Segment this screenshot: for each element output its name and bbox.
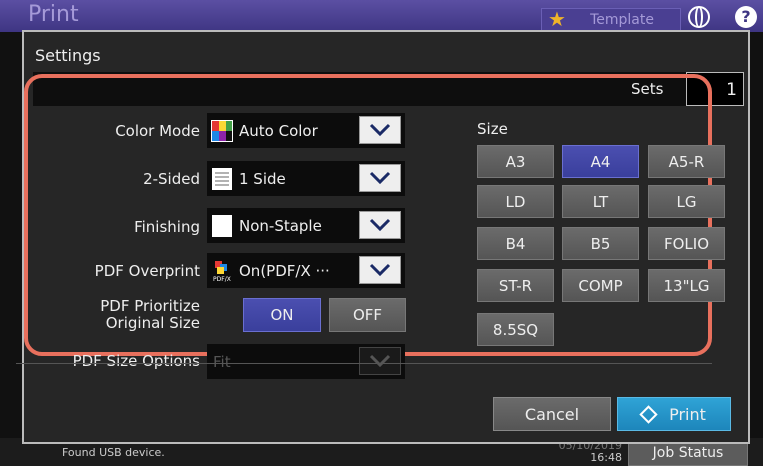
size-button-label: COMP [578,276,623,295]
size-button-label: LT [592,192,609,211]
document-icon [211,167,233,190]
finishing-label: Finishing [134,218,200,236]
size-button-label: 13"LG [663,276,710,295]
chevron-down-icon [359,347,401,375]
pdfx-icon: PDF/X [211,260,233,283]
size-button-8-5sq[interactable]: 8.5SQ [477,313,554,346]
size-button-label: ST-R [498,276,533,295]
size-button-13-lg[interactable]: 13"LG [648,269,725,302]
color-mode-value: Auto Color [239,121,318,140]
dialog-title: Settings [35,46,101,65]
size-button-label: 8.5SQ [492,320,539,339]
pdf-size-options-value: Fit [213,352,231,371]
pdf-overprint-dropdown[interactable]: PDF/X On(PDF/X ··· [207,253,405,288]
pdf-size-options-dropdown: Fit [207,344,405,379]
divider [16,363,712,364]
size-button-lg[interactable]: LG [648,185,725,218]
pdf-prioritize-on-button[interactable]: ON [243,298,321,332]
size-button-b5[interactable]: B5 [562,227,639,260]
print-diamond-icon [639,404,658,424]
size-button-folio[interactable]: FOLIO [648,227,725,260]
app-title: Print [28,2,79,27]
top-bar: Print Template ★ ? [0,0,763,32]
size-button-label: FOLIO [663,234,710,253]
size-button-label: LD [505,192,526,211]
chevron-down-icon[interactable] [359,116,401,144]
two-sided-dropdown[interactable]: 1 Side [207,161,405,196]
size-button-b4[interactable]: B4 [477,227,554,260]
print-label: Print [669,404,706,424]
size-button-a4[interactable]: A4 [562,145,639,178]
on-label: ON [270,306,294,324]
two-sided-label: 2-Sided [143,170,200,188]
status-message: Found USB device. [62,446,165,459]
color-palette-icon [211,119,233,142]
size-button-a5-r[interactable]: A5-R [648,145,725,178]
blank-page-icon [211,214,233,237]
size-button-ld[interactable]: LD [477,185,554,218]
print-button[interactable]: Print [617,397,731,431]
cancel-button[interactable]: Cancel [493,397,611,431]
template-label: Template [590,12,654,28]
help-icon[interactable]: ? [735,6,757,28]
size-button-label: B4 [505,234,526,253]
pdf-prioritize-label-line1: PDF Prioritize [100,297,200,315]
size-button-label: LG [676,192,697,211]
size-button-a3[interactable]: A3 [477,145,554,178]
chevron-down-icon[interactable] [359,211,401,239]
size-button-st-r[interactable]: ST-R [477,269,554,302]
size-button-comp[interactable]: COMP [562,269,639,302]
pdf-prioritize-off-button[interactable]: OFF [329,298,406,332]
finishing-dropdown[interactable]: Non-Staple [207,208,405,243]
off-label: OFF [352,306,383,324]
two-sided-value: 1 Side [239,169,286,188]
pdf-overprint-value: On(PDF/X ··· [239,261,330,280]
chevron-down-icon[interactable] [359,164,401,192]
size-button-label: A5-R [668,152,705,171]
pdf-prioritize-label-line2: Original Size [105,314,200,332]
size-button-label: A3 [505,152,526,171]
pdf-prioritize-label: PDF Prioritize Original Size [40,298,200,332]
svg-text:PDF/X: PDF/X [213,276,231,282]
size-button-lt[interactable]: LT [562,185,639,218]
color-mode-dropdown[interactable]: Auto Color [207,113,405,148]
pdf-overprint-label: PDF Overprint [94,262,200,280]
pdf-size-options-label: PDF Size Options [72,352,200,370]
size-label: Size [477,120,508,138]
cancel-label: Cancel [524,404,580,424]
globe-icon[interactable] [688,6,710,28]
color-mode-label: Color Mode [115,122,200,140]
finishing-value: Non-Staple [239,216,322,235]
job-status-label: Job Status [652,445,724,461]
size-button-label: B5 [590,234,611,253]
size-button-label: A4 [590,152,611,171]
time-text: 16:48 [590,451,622,464]
chevron-down-icon[interactable] [359,256,401,284]
star-icon: ★ [548,7,566,31]
